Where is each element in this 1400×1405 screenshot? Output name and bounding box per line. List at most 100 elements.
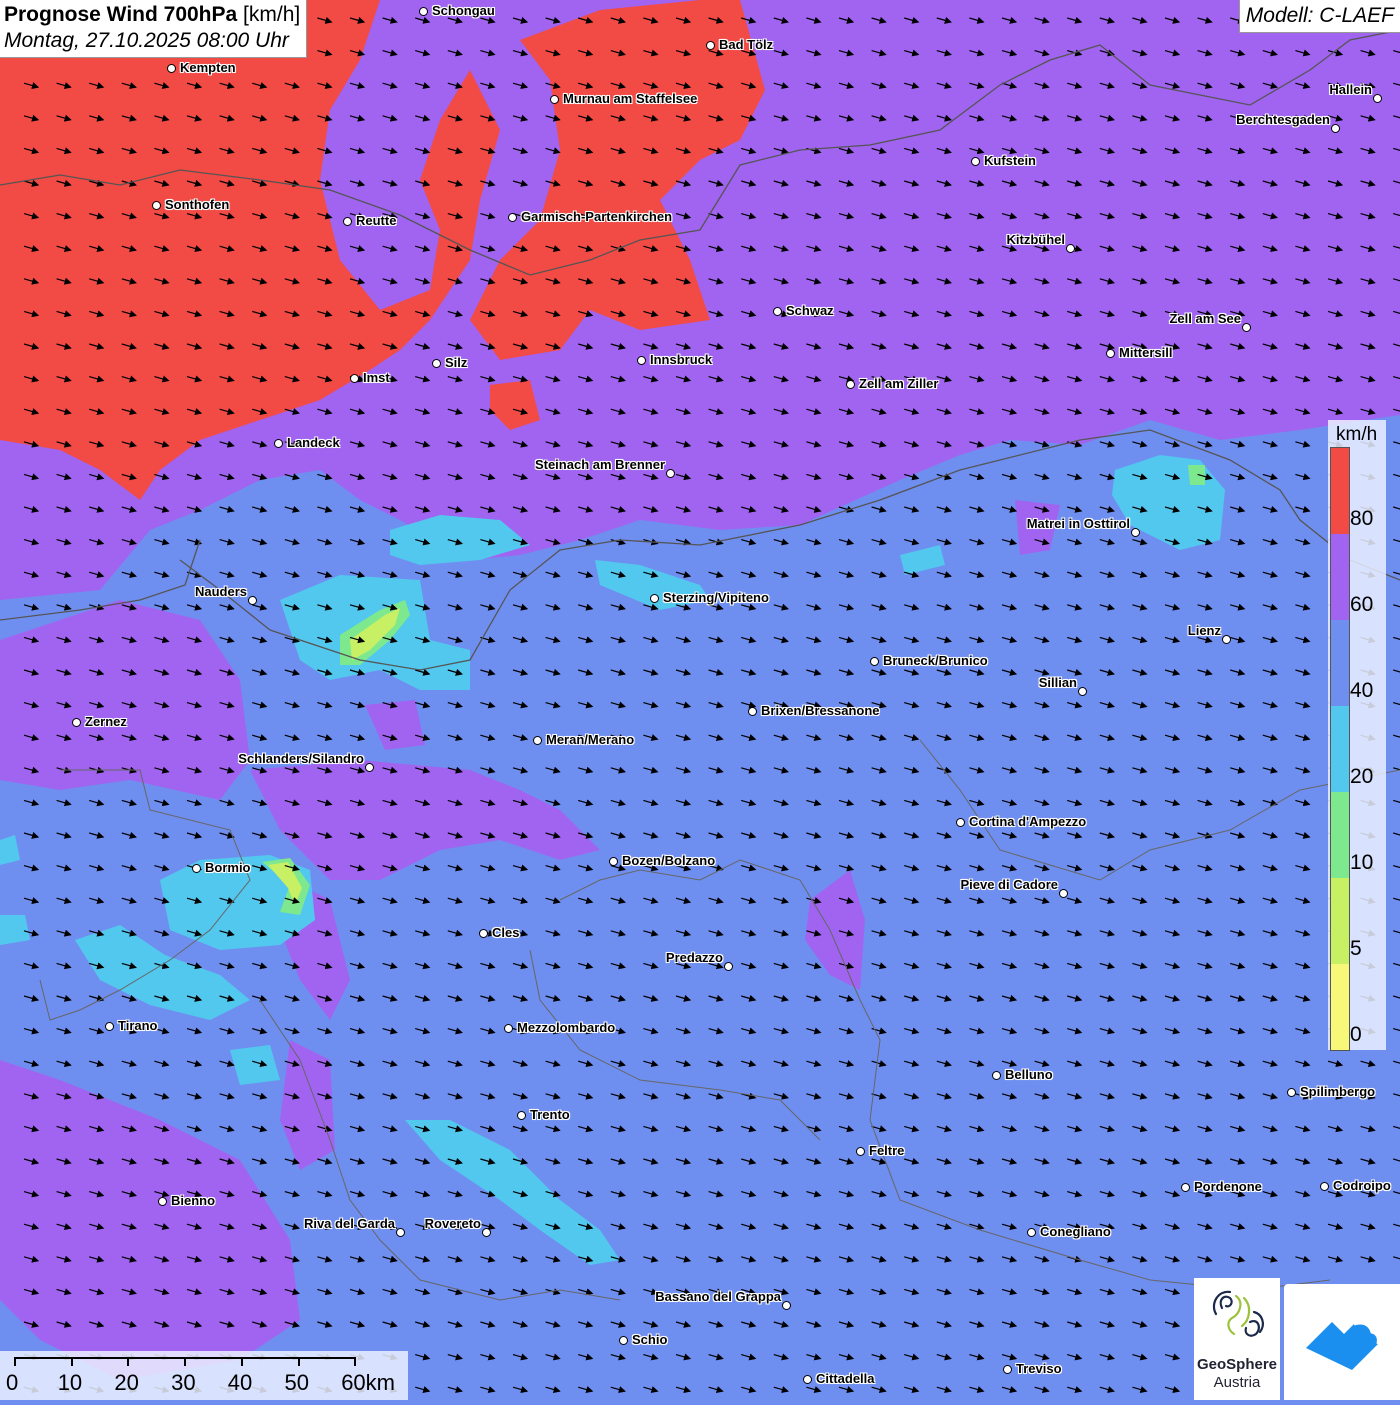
city-marker [1287,1088,1296,1097]
city-marker [533,736,542,745]
map-subtitle: Montag, 27.10.2025 08:00 Uhr [4,29,289,52]
city-label: Silz [445,355,468,370]
legend-color-bar [1330,447,1350,1051]
city-label: Bozen/Bolzano [622,853,716,868]
city-label: Bassano del Grappa [655,1289,781,1304]
city-label: Schlanders/Silandro [238,751,364,766]
legend-label: 5 [1350,937,1362,960]
scale-tick [240,1357,243,1366]
city-marker [517,1111,526,1120]
city-marker [1066,244,1075,253]
city-marker [158,1197,167,1206]
city-marker [846,380,855,389]
city-label: Schongau [432,3,495,18]
legend-color-swatch [1331,964,1349,1050]
city-marker [1131,528,1140,537]
city-label: Steinach am Brenner [534,457,665,472]
map-title: Prognose Wind 700hPa [4,3,238,26]
city-marker [870,657,879,666]
city-label: Nauders [194,584,247,599]
city-marker [504,1024,513,1033]
city-marker [192,864,201,873]
city-marker [508,213,517,222]
city-marker [396,1228,405,1237]
city-marker [956,818,965,827]
city-label: Mittersill [1119,345,1173,360]
city-label: Cles [492,925,520,940]
city-label: Pordenone [1194,1179,1262,1194]
geosphere-logo[interactable]: GeoSphere Austria [1194,1278,1280,1400]
city-label: Zernez [85,714,127,729]
app-logo[interactable] [1284,1284,1400,1400]
city-marker [350,374,359,383]
title-box: Prognose Wind 700hPa [km/h] Montag, 27.1… [0,0,308,58]
city-marker [619,1336,628,1345]
legend-label: 40 [1350,679,1374,702]
city-marker [1373,94,1382,103]
wind-zone-10-20 [1188,465,1205,485]
city-marker [365,763,374,772]
city-label: Tirano [118,1018,158,1033]
city-marker [274,439,283,448]
city-marker [482,1228,491,1237]
city-marker [1059,889,1068,898]
city-marker [650,594,659,603]
city-label: Bienno [171,1193,216,1208]
legend-color-swatch [1331,792,1349,878]
city-marker [1331,124,1340,133]
city-marker [1320,1182,1329,1191]
weather-app-icon [1306,1321,1380,1370]
city-marker [856,1147,865,1156]
city-marker [72,718,81,727]
city-marker [992,1071,1001,1080]
city-label: Bruneck/Brunico [883,653,988,668]
city-label: Conegliano [1040,1224,1111,1239]
city-marker [803,1375,812,1384]
legend-label: 60 [1350,593,1374,616]
city-label: Trento [530,1107,570,1122]
legend-unit: km/h [1336,424,1378,445]
city-label: Schio [632,1332,668,1347]
city-label: Codroipo [1333,1178,1391,1193]
model-label: Modell: C-LAEF [1238,0,1400,33]
city-label: Kitzbühel [1006,232,1066,247]
city-label: Riva del Garda [303,1216,395,1231]
legend-color-swatch [1331,706,1349,792]
scale-label: 60km [341,1370,395,1395]
scale-label: 20 [114,1370,139,1395]
scale-label: 50 [284,1370,309,1395]
geosphere-name: GeoSphere [1196,1356,1278,1373]
city-label: Kempten [180,60,236,75]
city-label: Sonthofen [165,197,230,212]
city-marker [167,64,176,73]
map-title-unit: [km/h] [243,3,301,26]
city-label: Spilimbergo [1300,1084,1376,1099]
city-marker [782,1301,791,1310]
city-label: Matrei in Osttirol [1026,516,1130,531]
city-marker [971,157,980,166]
city-label: Innsbruck [650,352,713,367]
city-marker [609,857,618,866]
scale-tick [354,1357,357,1366]
scale-label: 40 [227,1370,253,1395]
city-label: Meran/Merano [546,732,635,747]
wind-zone-20-40 [0,915,30,945]
legend-color-swatch [1331,448,1349,534]
city-label: Lienz [1187,623,1221,638]
scale-label: 10 [57,1370,83,1395]
city-marker [1106,349,1115,358]
city-marker [1222,635,1231,644]
city-label: Pieve di Cadore [960,877,1058,892]
city-marker [1078,687,1087,696]
city-marker [343,217,352,226]
city-label: Garmisch-Partenkirchen [521,209,673,224]
scale-tick [14,1357,16,1366]
city-label: Landeck [287,435,340,450]
scale-tick [127,1357,130,1366]
legend-color-swatch [1331,878,1349,964]
geosphere-country: Austria [1213,1374,1261,1391]
city-label: Brixen/Bressanone [761,703,880,718]
legend-label: 80 [1350,507,1374,530]
city-marker [637,356,646,365]
city-label: Zell am Ziller [859,376,939,391]
